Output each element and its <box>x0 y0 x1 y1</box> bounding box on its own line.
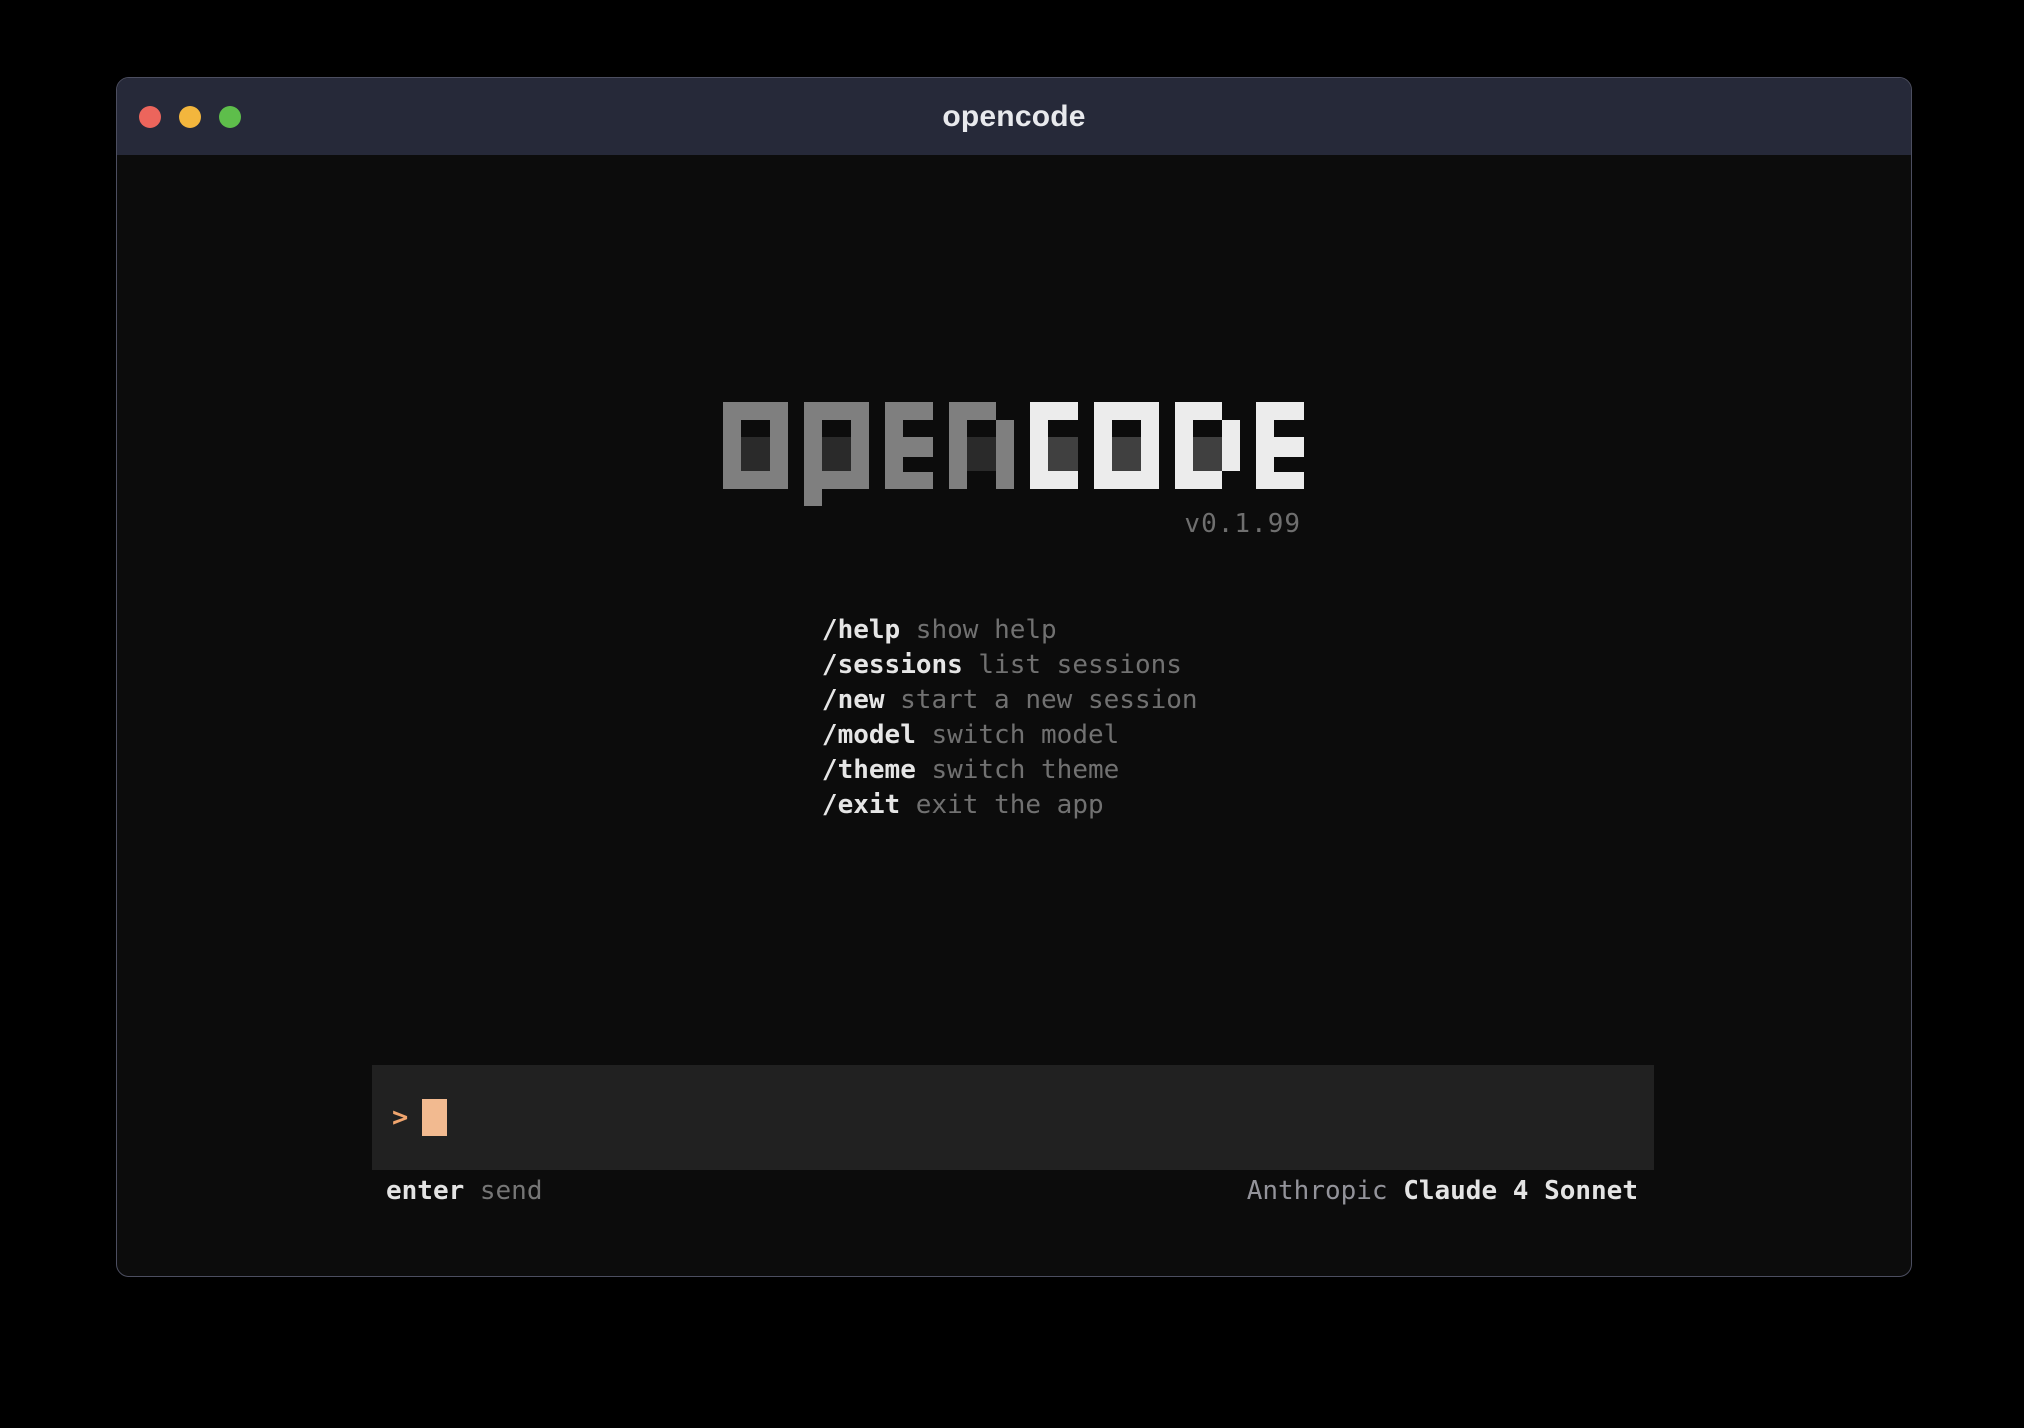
command-name: /theme <box>822 755 916 785</box>
titlebar[interactable]: opencode <box>117 78 1911 155</box>
command-desc: switch theme <box>931 755 1119 785</box>
model-label: Claude 4 Sonnet <box>1403 1176 1638 1206</box>
keybind-key: enter <box>386 1176 464 1206</box>
command-name: /sessions <box>822 650 963 680</box>
keybind-hint: enter send <box>386 1176 543 1206</box>
status-bar: enter send Anthropic Claude 4 Sonnet <box>372 1174 1654 1208</box>
command-name: /help <box>822 615 900 645</box>
window-title: opencode <box>942 100 1085 134</box>
command-desc: start a new session <box>900 685 1197 715</box>
zoom-button[interactable] <box>219 106 241 128</box>
command-list: /helpshow help /sessionslist sessions /n… <box>728 578 1198 788</box>
opencode-logo-icon <box>723 402 1304 506</box>
desktop: { "window": { "title": "opencode" }, "ti… <box>0 0 2024 1428</box>
command-desc: switch model <box>931 720 1119 750</box>
prompt-input[interactable]: > <box>372 1065 1654 1170</box>
app-window: opencode <box>116 77 1912 1277</box>
command-desc: exit the app <box>916 790 1104 820</box>
traffic-lights <box>139 78 241 155</box>
command-desc: show help <box>916 615 1057 645</box>
model-indicator: Anthropic Claude 4 Sonnet <box>1247 1176 1638 1206</box>
close-button[interactable] <box>139 106 161 128</box>
minimize-button[interactable] <box>179 106 201 128</box>
version-label: v0.1.99 <box>723 509 1301 539</box>
command-item-help: /helpshow help <box>728 578 1198 613</box>
keybind-action: send <box>480 1176 543 1206</box>
text-cursor-block <box>422 1099 447 1136</box>
command-name: /new <box>822 685 885 715</box>
prompt-caret: > <box>392 1102 408 1133</box>
command-name: /exit <box>822 790 900 820</box>
command-desc: list sessions <box>978 650 1182 680</box>
command-name: /model <box>822 720 916 750</box>
provider-label: Anthropic <box>1247 1176 1388 1206</box>
